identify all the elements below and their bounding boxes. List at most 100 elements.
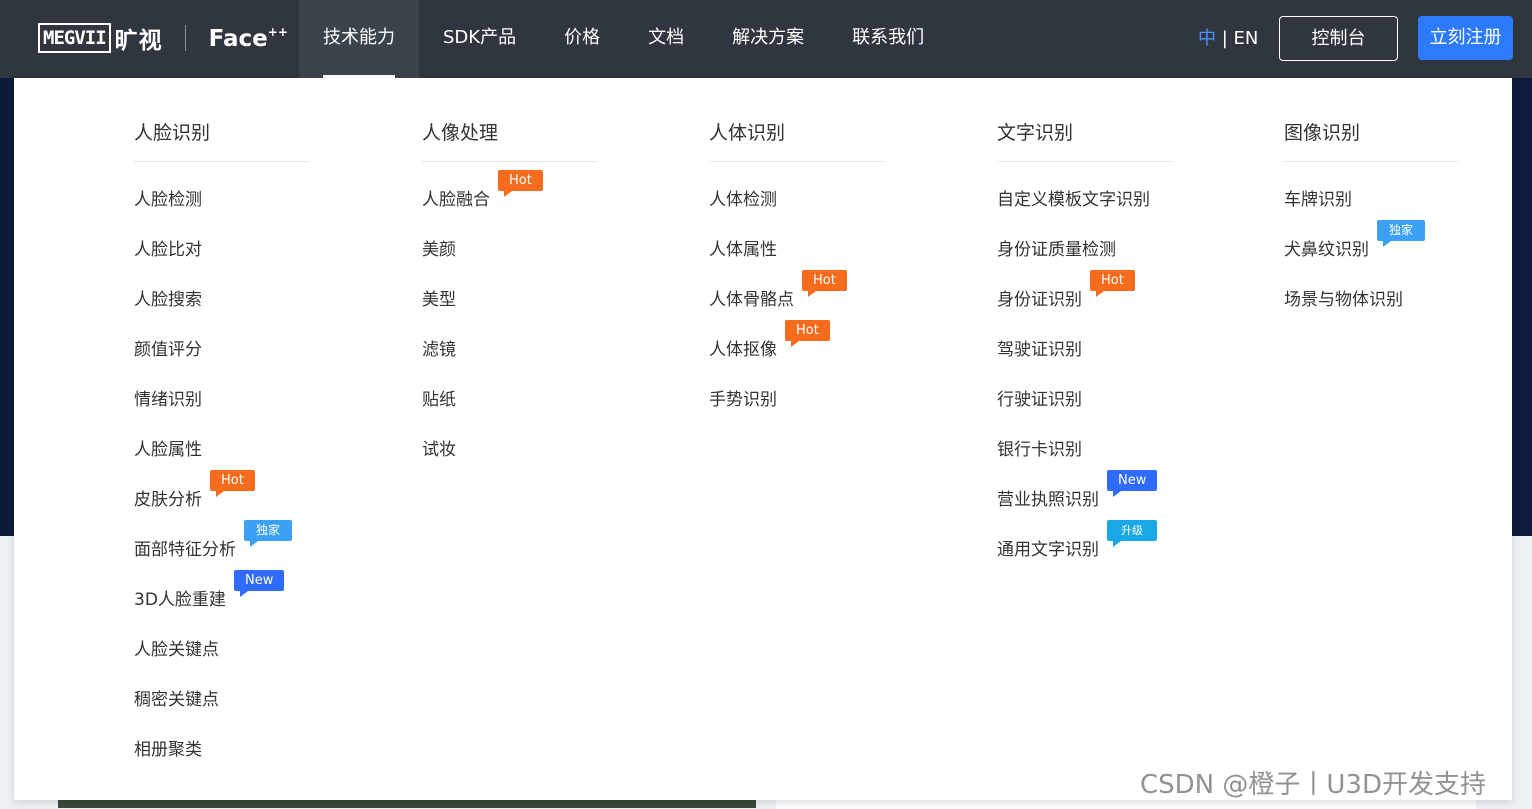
menu-item[interactable]: 美颜 bbox=[422, 235, 456, 265]
face-logo-text: Face bbox=[208, 25, 268, 52]
column-divider bbox=[422, 161, 597, 162]
menu-item-label: 身份证质量检测 bbox=[997, 240, 1116, 260]
lang-en[interactable]: EN bbox=[1234, 28, 1259, 49]
face-logo-sup: ++ bbox=[267, 24, 288, 39]
megvii-logo-text: MEGVII bbox=[38, 23, 111, 53]
menu-item[interactable]: 银行卡识别 bbox=[997, 435, 1082, 465]
menu-solutions[interactable]: 解决方案 bbox=[708, 0, 828, 78]
faceplusplus-logo: Face++ bbox=[209, 25, 288, 52]
menu-item-label: 手势识别 bbox=[709, 390, 777, 410]
menu-item[interactable]: 手势识别 bbox=[709, 385, 777, 415]
menu-item-label: 驾驶证识别 bbox=[997, 340, 1082, 360]
hot-badge: Hot bbox=[498, 170, 543, 197]
menu-item-label: 行驶证识别 bbox=[997, 390, 1082, 410]
menu-item[interactable]: 人脸比对 bbox=[134, 235, 202, 265]
column-title: 人像处理 bbox=[422, 122, 499, 144]
menu-item[interactable]: 人体骨骼点 Hot bbox=[709, 270, 847, 315]
menu-item[interactable]: 人脸关键点 bbox=[134, 635, 219, 665]
logo-divider bbox=[184, 25, 186, 51]
tech-capabilities-dropdown: 人脸识别 人脸检测 人脸比对 人脸搜索 颜值评分 情绪识别 人脸属性 皮肤分析 Hot 面部特征分… bbox=[14, 78, 1512, 800]
menu-item-label: 3D人脸重建 bbox=[134, 590, 226, 610]
menu-item[interactable]: 人脸检测 bbox=[134, 185, 202, 215]
menu-item[interactable]: 试妆 bbox=[422, 435, 456, 465]
menu-item[interactable]: 人脸融合 Hot bbox=[422, 170, 543, 215]
column-title: 文字识别 bbox=[997, 122, 1074, 144]
megvii-logo-cn: 旷视 bbox=[114, 28, 163, 54]
console-button[interactable]: 控制台 bbox=[1279, 16, 1398, 61]
menu-item-label: 稠密关键点 bbox=[134, 690, 219, 710]
menu-item-label: 自定义模板文字识别 bbox=[997, 190, 1150, 210]
menu-item[interactable]: 身份证识别 Hot bbox=[997, 270, 1135, 315]
menu-item[interactable]: 情绪识别 bbox=[134, 385, 202, 415]
menu-item-label: 美型 bbox=[422, 290, 456, 310]
watermark: CSDN @橙子丨U3D开发支持 bbox=[1140, 770, 1486, 800]
menu-docs[interactable]: 文档 bbox=[624, 0, 708, 78]
menu-item[interactable]: 身份证质量检测 bbox=[997, 235, 1116, 265]
menu-item-label: 场景与物体识别 bbox=[1284, 290, 1403, 310]
menu-item-label: 人体抠像 bbox=[709, 340, 777, 360]
menu-item[interactable]: 稠密关键点 bbox=[134, 685, 219, 715]
menu-item[interactable]: 人脸属性 bbox=[134, 435, 202, 465]
menu-item-label: 面部特征分析 bbox=[134, 540, 236, 560]
menu-item-label: 银行卡识别 bbox=[997, 440, 1082, 460]
menu-item-label: 身份证识别 bbox=[997, 290, 1082, 310]
lang-zh[interactable]: 中 bbox=[1198, 28, 1216, 49]
menu-item[interactable]: 3D人脸重建 New bbox=[134, 570, 285, 615]
menu-pricing[interactable]: 价格 bbox=[540, 0, 624, 78]
brand-logo[interactable]: MEGVII 旷视 Face++ bbox=[38, 22, 288, 54]
menu-item-label: 人脸检测 bbox=[134, 190, 202, 210]
menu-tech-capabilities[interactable]: 技术能力 bbox=[299, 0, 419, 78]
menu-sdk-products[interactable]: SDK产品 bbox=[419, 0, 540, 78]
main-menu: 技术能力 SDK产品 价格 文档 解决方案 联系我们 bbox=[299, 0, 948, 78]
menu-item[interactable]: 行驶证识别 bbox=[997, 385, 1082, 415]
menu-item[interactable]: 车牌识别 bbox=[1284, 185, 1352, 215]
upgrade-badge: 升级 bbox=[1107, 520, 1157, 547]
menu-item[interactable]: 犬鼻纹识别 独家 bbox=[1284, 220, 1426, 265]
menu-item-label: 美颜 bbox=[422, 240, 456, 260]
column-divider bbox=[709, 161, 884, 162]
menu-item-label: 试妆 bbox=[422, 440, 456, 460]
menu-item-label: 人脸比对 bbox=[134, 240, 202, 260]
menu-item[interactable]: 贴纸 bbox=[422, 385, 456, 415]
menu-item[interactable]: 相册聚类 bbox=[134, 735, 202, 765]
menu-item[interactable]: 人体抠像 Hot bbox=[709, 320, 830, 365]
menu-item[interactable]: 皮肤分析 Hot bbox=[134, 470, 255, 515]
menu-item-label: 人体属性 bbox=[709, 240, 777, 260]
hot-badge: Hot bbox=[785, 320, 830, 347]
menu-contact[interactable]: 联系我们 bbox=[828, 0, 948, 78]
menu-item[interactable]: 美型 bbox=[422, 285, 456, 315]
menu-item[interactable]: 通用文字识别 升级 bbox=[997, 520, 1157, 565]
column-divider bbox=[134, 161, 309, 162]
menu-item[interactable]: 场景与物体识别 bbox=[1284, 285, 1403, 315]
hot-badge: Hot bbox=[802, 270, 847, 297]
menu-item-label: 贴纸 bbox=[422, 390, 456, 410]
menu-item[interactable]: 颜值评分 bbox=[134, 335, 202, 365]
column-divider bbox=[997, 161, 1172, 162]
menu-item[interactable]: 自定义模板文字识别 bbox=[997, 185, 1150, 215]
excl-badge: 独家 bbox=[244, 520, 293, 547]
menu-item-label: 皮肤分析 bbox=[134, 490, 202, 510]
column-divider bbox=[1284, 161, 1459, 162]
menu-item-label: 人脸属性 bbox=[134, 440, 202, 460]
menu-item[interactable]: 人脸搜索 bbox=[134, 285, 202, 315]
lang-separator: | bbox=[1216, 28, 1234, 49]
top-navbar: MEGVII 旷视 Face++ 技术能力 SDK产品 价格 文档 解决方案 联… bbox=[0, 0, 1532, 78]
menu-item[interactable]: 营业执照识别 New bbox=[997, 470, 1158, 515]
register-button[interactable]: 立刻注册 bbox=[1418, 16, 1513, 60]
menu-item[interactable]: 驾驶证识别 bbox=[997, 335, 1082, 365]
column-title: 人脸识别 bbox=[134, 122, 211, 144]
menu-item-label: 颜值评分 bbox=[134, 340, 202, 360]
menu-item-label: 情绪识别 bbox=[134, 390, 202, 410]
menu-item[interactable]: 面部特征分析 独家 bbox=[134, 520, 293, 565]
menu-item[interactable]: 滤镜 bbox=[422, 335, 456, 365]
menu-item-label: 犬鼻纹识别 bbox=[1284, 240, 1369, 260]
menu-item[interactable]: 人体属性 bbox=[709, 235, 777, 265]
menu-item-label: 人脸关键点 bbox=[134, 640, 219, 660]
new-badge: New bbox=[1107, 470, 1158, 497]
excl-badge: 独家 bbox=[1377, 220, 1426, 247]
new-badge: New bbox=[234, 570, 285, 597]
menu-item-label: 滤镜 bbox=[422, 340, 456, 360]
menu-item[interactable]: 人体检测 bbox=[709, 185, 777, 215]
menu-item-label: 人脸搜索 bbox=[134, 290, 202, 310]
language-switch: 中 | EN bbox=[1198, 26, 1258, 52]
